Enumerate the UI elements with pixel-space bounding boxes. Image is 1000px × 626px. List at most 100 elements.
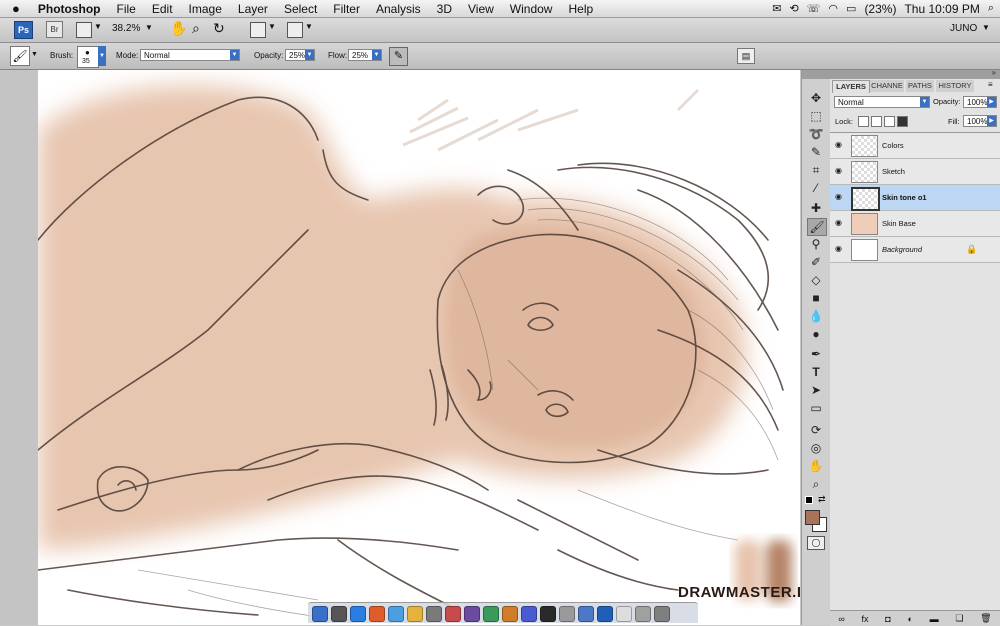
dock-app-icon[interactable] — [445, 606, 461, 622]
menu-edit[interactable]: Edit — [144, 2, 181, 16]
lasso-tool-icon[interactable]: ➰ — [807, 126, 825, 142]
zoom-tool-panel-icon[interactable]: ⌕ — [807, 476, 825, 492]
dock-app-icon[interactable] — [521, 606, 537, 622]
dock-app-icon[interactable] — [464, 606, 480, 622]
dock-app-icon[interactable] — [502, 606, 518, 622]
tab-channels[interactable]: CHANNE — [870, 80, 904, 92]
path-selection-tool-icon[interactable]: ➤ — [807, 382, 825, 398]
dock-app-icon[interactable] — [407, 606, 423, 622]
dock-app-icon[interactable] — [483, 606, 499, 622]
layer-style-icon[interactable]: fx — [862, 614, 869, 624]
swap-colors-icon[interactable]: ⇄ — [818, 494, 826, 505]
mode-select[interactable]: Normal ▼ — [140, 49, 240, 61]
fill-field[interactable]: 100% ▶ — [963, 115, 997, 127]
dock-app-icon[interactable] — [331, 606, 347, 622]
view-extras-icon[interactable] — [76, 22, 92, 38]
toggle-brush-panel-icon[interactable]: ▤ — [737, 48, 755, 64]
dock-app-icon[interactable] — [578, 606, 594, 622]
dock-app-icon[interactable] — [654, 606, 670, 622]
clone-stamp-tool-icon[interactable]: ⚲ — [807, 236, 825, 252]
dock-app-icon[interactable] — [616, 606, 632, 622]
opacity-field[interactable]: 25% ▼ — [285, 49, 315, 61]
apple-menu-icon[interactable]: ● — [0, 1, 30, 16]
layer-row-skin-base[interactable]: ◉ Skin Base — [830, 211, 1000, 237]
lock-position-icon[interactable] — [884, 116, 895, 127]
brush-tool-icon[interactable]: 🖌 — [807, 218, 827, 236]
layer-opacity-field[interactable]: 100% ▶ — [963, 96, 997, 108]
visibility-eye-icon[interactable]: ◉ — [835, 219, 844, 227]
menu-layer[interactable]: Layer — [230, 2, 276, 16]
tab-history[interactable]: HISTORY — [936, 80, 974, 92]
dock-app-icon[interactable] — [369, 606, 385, 622]
type-tool-icon[interactable]: T — [807, 364, 825, 380]
dock-app-icon[interactable] — [388, 606, 404, 622]
airbrush-toggle-icon[interactable]: ✎ — [389, 47, 408, 66]
lock-pixels-icon[interactable] — [871, 116, 882, 127]
tab-paths[interactable]: PATHS — [906, 80, 934, 92]
hand-tool-icon[interactable]: ✋ — [170, 20, 187, 37]
dock-app-icon[interactable] — [559, 606, 575, 622]
pen-tool-icon[interactable]: ✒ — [807, 346, 825, 362]
history-brush-tool-icon[interactable]: ✐ — [807, 254, 825, 270]
dock-app-icon[interactable] — [312, 606, 328, 622]
crop-tool-icon[interactable]: ⌗ — [807, 162, 825, 178]
adjustment-layer-icon[interactable]: ◐ — [907, 614, 912, 624]
delete-layer-icon[interactable]: 🗑 — [980, 613, 991, 624]
tab-layers[interactable]: LAYERS — [832, 80, 870, 93]
menu-filter[interactable]: Filter — [325, 2, 368, 16]
panel-collapse-icon[interactable]: » — [992, 68, 996, 77]
menu-app-name[interactable]: Photoshop — [30, 2, 109, 16]
brush-picker-chevron-icon[interactable]: ▼ — [98, 46, 106, 66]
dodge-tool-icon[interactable]: ● — [807, 326, 825, 342]
zoom-chevron-icon[interactable]: ▼ — [145, 23, 153, 32]
menu-analysis[interactable]: Analysis — [368, 2, 429, 16]
battery-icon[interactable]: ▭ — [846, 2, 856, 15]
menu-image[interactable]: Image — [181, 2, 230, 16]
lock-transparency-icon[interactable] — [858, 116, 869, 127]
quick-mask-icon[interactable]: ◯ — [807, 536, 825, 550]
spotlight-icon[interactable]: ⌕ — [988, 2, 994, 15]
move-tool-icon[interactable]: ✥ — [807, 90, 825, 106]
screen-mode-icon[interactable] — [287, 22, 303, 38]
launch-bridge-button[interactable]: Br — [46, 21, 63, 38]
visibility-eye-icon[interactable]: ◉ — [835, 141, 844, 149]
phone-icon[interactable]: ☏ — [807, 2, 821, 15]
marquee-tool-icon[interactable]: ⬚ — [807, 108, 825, 124]
layer-row-sketch[interactable]: ◉ Sketch — [830, 159, 1000, 185]
menu-help[interactable]: Help — [560, 2, 601, 16]
quick-select-tool-icon[interactable]: ✎ — [807, 144, 825, 160]
menu-view[interactable]: View — [460, 2, 502, 16]
zoom-level[interactable]: 38.2% — [112, 23, 140, 34]
dock-app-icon[interactable] — [426, 606, 442, 622]
default-colors-icon[interactable] — [805, 496, 813, 504]
menu-file[interactable]: File — [109, 2, 144, 16]
menubar-clock[interactable]: Thu 10:09 PM — [904, 2, 979, 16]
dock-app-icon[interactable] — [635, 606, 651, 622]
dock-app-icon[interactable] — [540, 606, 556, 622]
document-canvas[interactable]: DRAWMASTER.RU — [38, 70, 800, 625]
screen-mode-chevron-icon[interactable]: ▼ — [305, 22, 313, 31]
link-layers-icon[interactable]: ∞ — [838, 614, 844, 624]
dock-app-icon[interactable] — [597, 606, 613, 622]
time-machine-icon[interactable]: ⟲ — [789, 2, 798, 15]
tool-preset-picker[interactable]: 🖌 — [10, 46, 30, 66]
brush-picker[interactable]: ● 35 — [77, 46, 99, 68]
3d-orbit-tool-icon[interactable]: ◎ — [807, 440, 825, 456]
healing-brush-tool-icon[interactable]: ✚ — [807, 200, 825, 216]
eyedropper-tool-icon[interactable]: ⁄ — [807, 180, 825, 196]
menu-window[interactable]: Window — [502, 2, 561, 16]
hand-tool-panel-icon[interactable]: ✋ — [807, 458, 825, 474]
blend-mode-select[interactable]: Normal ▼ — [834, 96, 930, 108]
layer-row-background[interactable]: ◉ Background 🔒 — [830, 237, 1000, 263]
menu-select[interactable]: Select — [276, 2, 325, 16]
new-layer-icon[interactable]: ❏ — [955, 613, 963, 624]
blur-tool-icon[interactable]: 💧 — [807, 308, 825, 324]
foreground-color-swatch[interactable] — [805, 510, 820, 525]
workspace-name[interactable]: JUNO — [950, 23, 977, 34]
3d-rotate-tool-icon[interactable]: ⟳ — [807, 422, 825, 438]
workspace-chevron-icon[interactable]: ▼ — [982, 23, 990, 32]
view-extras-chevron-icon[interactable]: ▼ — [94, 22, 102, 31]
layer-row-skin-tone[interactable]: ◉ Skin tone o1 — [830, 185, 1000, 211]
visibility-eye-icon[interactable]: ◉ — [835, 167, 844, 175]
dock-app-icon[interactable] — [350, 606, 366, 622]
